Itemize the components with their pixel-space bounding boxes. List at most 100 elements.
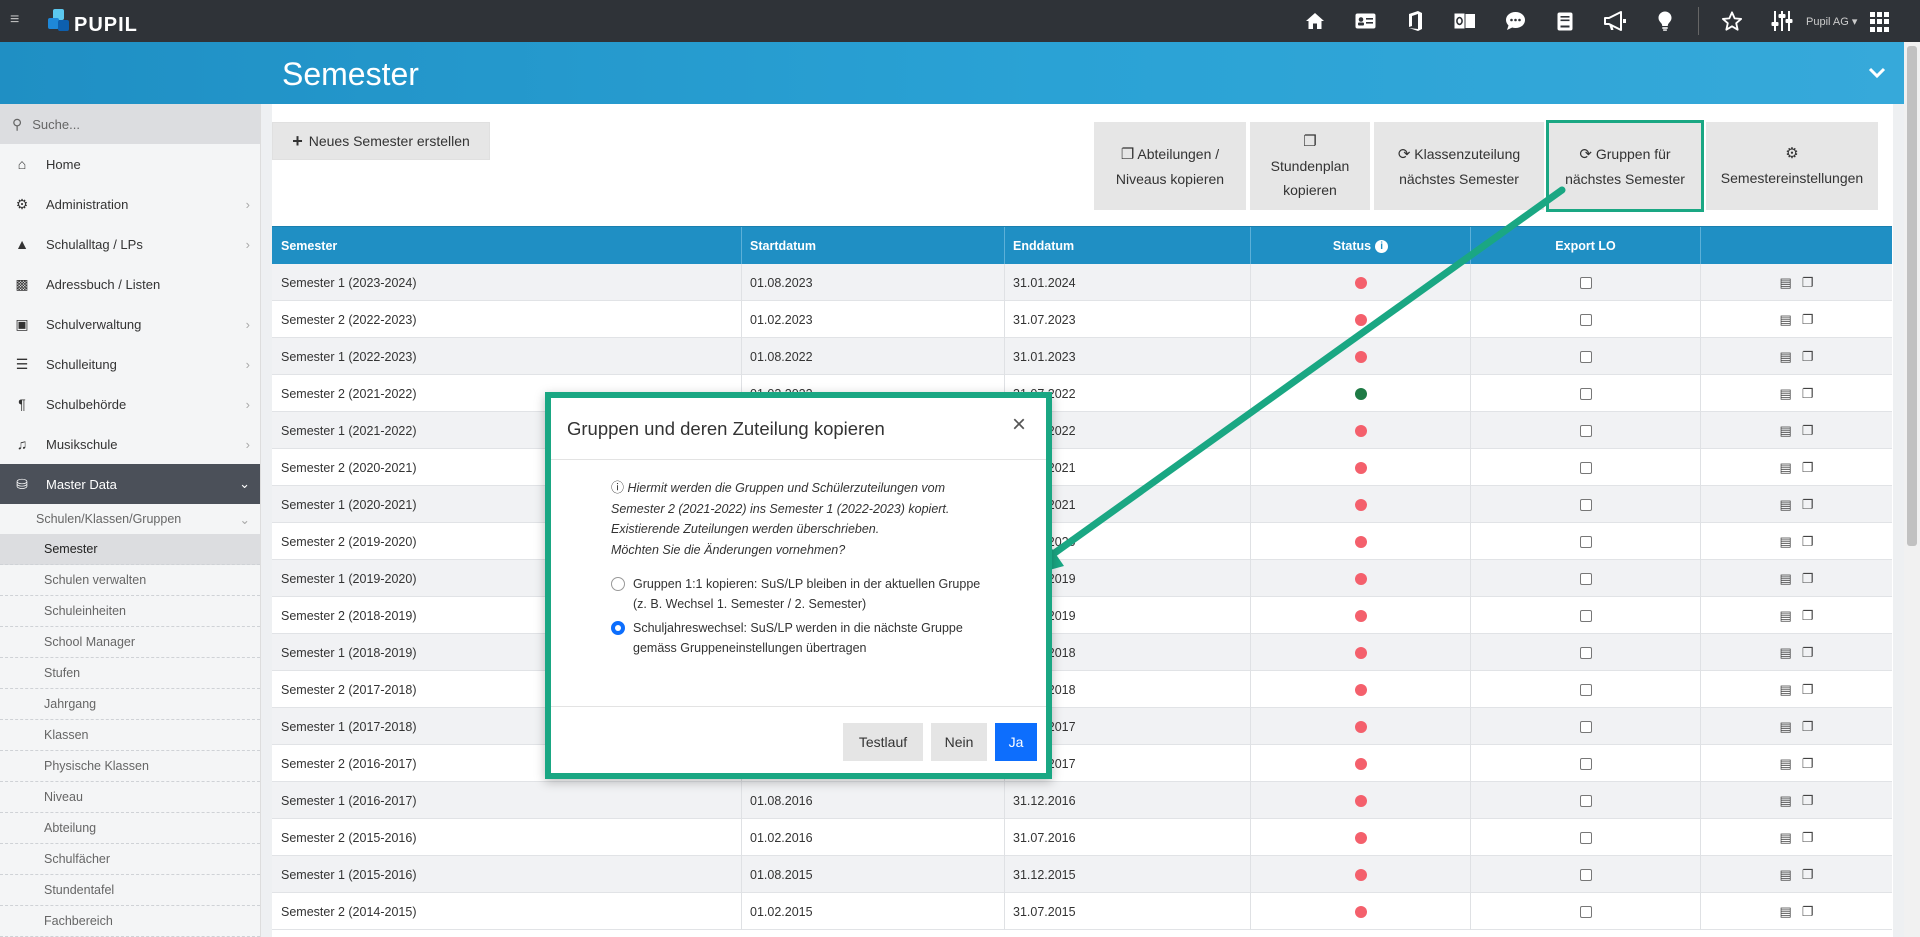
- book-icon[interactable]: ▤: [1780, 645, 1792, 661]
- book-icon[interactable]: ▤: [1780, 867, 1792, 883]
- test-run-button[interactable]: Testlauf: [843, 723, 923, 761]
- column-header-export[interactable]: Export LO: [1471, 227, 1701, 265]
- table-row[interactable]: Semester 1 (2016-2017) 01.08.2016 31.12.20…: [272, 782, 1892, 819]
- column-header-semester[interactable]: Semester: [272, 227, 742, 265]
- export-checkbox[interactable]: [1579, 831, 1592, 844]
- logo[interactable]: PUPIL: [48, 4, 138, 38]
- export-checkbox[interactable]: [1579, 868, 1592, 881]
- book-icon[interactable]: ▤: [1780, 571, 1792, 587]
- table-row[interactable]: Semester 2 (2015-2016) 01.02.2016 31.07.20…: [272, 819, 1892, 856]
- column-header-start[interactable]: Startdatum: [742, 227, 1005, 265]
- export-checkbox[interactable]: [1579, 313, 1592, 326]
- export-checkbox[interactable]: [1579, 535, 1592, 548]
- option-school-year-change[interactable]: Schuljahreswechsel: SuS/LP werden in die…: [611, 618, 1000, 658]
- star-icon[interactable]: [1719, 8, 1745, 34]
- outlook-icon[interactable]: [1452, 8, 1478, 34]
- export-checkbox[interactable]: [1579, 646, 1592, 659]
- sidebar-subitem[interactable]: Niveau: [0, 782, 260, 813]
- book-icon[interactable]: ▤: [1780, 312, 1792, 328]
- sidebar-subitem[interactable]: Abteilung: [0, 813, 260, 844]
- office-icon[interactable]: [1402, 8, 1428, 34]
- book-icon[interactable]: ▤: [1780, 682, 1792, 698]
- book-icon[interactable]: ▤: [1780, 534, 1792, 550]
- chevron-down-icon[interactable]: [1868, 62, 1886, 85]
- sliders-icon[interactable]: [1769, 8, 1795, 34]
- copy-icon[interactable]: ❐: [1802, 497, 1814, 513]
- sidebar-item-adressbuch[interactable]: ▩ Adressbuch / Listen: [0, 264, 260, 304]
- sidebar-item-home[interactable]: ⌂ Home: [0, 144, 260, 184]
- home-icon[interactable]: [1302, 8, 1328, 34]
- export-checkbox[interactable]: [1579, 757, 1592, 770]
- chat-icon[interactable]: [1502, 8, 1528, 34]
- sidebar-item-schulleitung[interactable]: ☰ Schulleitung ›: [0, 344, 260, 384]
- copy-icon[interactable]: ❐: [1802, 645, 1814, 661]
- info-icon[interactable]: i: [1375, 239, 1389, 253]
- sidebar-item-master-data[interactable]: ⛁ Master Data ⌄: [0, 464, 260, 504]
- table-row[interactable]: Semester 2 (2018-2019)01.02.201931.07.20…: [272, 597, 1892, 634]
- copy-icon[interactable]: ❐: [1802, 386, 1814, 402]
- sidebar-subitem[interactable]: Schulfächer: [0, 844, 260, 875]
- sidebar-search[interactable]: ⚲ Suche...: [0, 104, 260, 144]
- book-icon[interactable]: ▤: [1780, 830, 1792, 846]
- copy-icon[interactable]: ❐: [1802, 756, 1814, 772]
- table-row[interactable]: Semester 2 (2021-2022)01.02.202231.07.20…: [272, 375, 1892, 412]
- table-row[interactable]: Semester 2 (2014-2015) 01.02.2015 31.07.20…: [272, 893, 1892, 930]
- sidebar-subitem[interactable]: Jahrgang: [0, 689, 260, 720]
- book-icon[interactable]: ▤: [1780, 793, 1792, 809]
- sidebar-subitem[interactable]: School Manager: [0, 627, 260, 658]
- table-row[interactable]: Semester 1 (2015-2016) 01.08.2015 31.12.20…: [272, 856, 1892, 893]
- sidebar-subgroup-schulen[interactable]: Schulen/Klassen/Gruppen ⌄: [0, 504, 260, 534]
- sidebar-item-schulalltag[interactable]: ▲ Schulalltag / LPs ›: [0, 224, 260, 264]
- sidebar-subitem[interactable]: Schuleinheiten: [0, 596, 260, 627]
- search-input[interactable]: Suche...: [32, 117, 80, 132]
- table-row[interactable]: Semester 2 (2020-2021)01.02.202131.07.20…: [272, 449, 1892, 486]
- copy-icon[interactable]: ❐: [1802, 682, 1814, 698]
- table-row[interactable]: Semester 1 (2021-2022)01.08.202131.01.20…: [272, 412, 1892, 449]
- table-row[interactable]: Semester 1 (2020-2021)01.08.202031.01.20…: [272, 486, 1892, 523]
- export-checkbox[interactable]: [1579, 905, 1592, 918]
- table-row[interactable]: Semester 1 (2017-2018)01.08.201731.01.20…: [272, 708, 1892, 745]
- export-checkbox[interactable]: [1579, 683, 1592, 696]
- sidebar-subitem[interactable]: Klassen: [0, 720, 260, 751]
- copy-icon[interactable]: ❐: [1802, 423, 1814, 439]
- book-icon[interactable]: [1552, 8, 1578, 34]
- table-row[interactable]: Semester 1 (2023-2024) 01.08.2023 31.01.20…: [272, 264, 1892, 301]
- book-icon[interactable]: ▤: [1780, 349, 1792, 365]
- sidebar-subitem[interactable]: Fachbereich: [0, 906, 260, 937]
- hamburger-menu-icon[interactable]: ≡: [10, 12, 28, 28]
- export-checkbox[interactable]: [1579, 424, 1592, 437]
- book-icon[interactable]: ▤: [1780, 386, 1792, 402]
- copy-icon[interactable]: ❐: [1802, 830, 1814, 846]
- export-checkbox[interactable]: [1579, 572, 1592, 585]
- copy-icon[interactable]: ❐: [1802, 793, 1814, 809]
- export-checkbox[interactable]: [1579, 720, 1592, 733]
- contact-card-icon[interactable]: [1352, 8, 1378, 34]
- export-checkbox[interactable]: [1579, 609, 1592, 622]
- book-icon[interactable]: ▤: [1780, 460, 1792, 476]
- book-icon[interactable]: ▤: [1780, 497, 1792, 513]
- book-icon[interactable]: ▤: [1780, 756, 1792, 772]
- book-icon[interactable]: ▤: [1780, 608, 1792, 624]
- table-row[interactable]: Semester 2 (2017-2018)01.02.201831.07.20…: [272, 671, 1892, 708]
- sidebar-subitem-semester[interactable]: Semester: [0, 534, 260, 565]
- copy-icon[interactable]: ❐: [1802, 904, 1814, 920]
- export-checkbox[interactable]: [1579, 498, 1592, 511]
- sidebar-item-administration[interactable]: ⚙ Administration ›: [0, 184, 260, 224]
- sidebar-subitem[interactable]: Schulen verwalten: [0, 565, 260, 596]
- book-icon[interactable]: ▤: [1780, 275, 1792, 291]
- copy-icon[interactable]: ❐: [1802, 460, 1814, 476]
- sidebar-subitem[interactable]: Physische Klassen: [0, 751, 260, 782]
- close-icon[interactable]: ×: [1006, 412, 1032, 438]
- copy-icon[interactable]: ❐: [1802, 571, 1814, 587]
- option-copy-1to1[interactable]: Gruppen 1:1 kopieren: SuS/LP bleiben in …: [611, 574, 1000, 614]
- table-row[interactable]: Semester 1 (2019-2020)01.08.201931.01.20…: [272, 560, 1892, 597]
- book-icon[interactable]: ▤: [1780, 904, 1792, 920]
- copy-icon[interactable]: ❐: [1802, 719, 1814, 735]
- export-checkbox[interactable]: [1579, 276, 1592, 289]
- copy-timetable-button[interactable]: ❐ Stundenplan kopieren: [1250, 122, 1370, 210]
- copy-icon[interactable]: ❐: [1802, 275, 1814, 291]
- copy-icon[interactable]: ❐: [1802, 312, 1814, 328]
- yes-button[interactable]: Ja: [995, 723, 1037, 761]
- sidebar-item-schulverwaltung[interactable]: ▣ Schulverwaltung ›: [0, 304, 260, 344]
- export-checkbox[interactable]: [1579, 794, 1592, 807]
